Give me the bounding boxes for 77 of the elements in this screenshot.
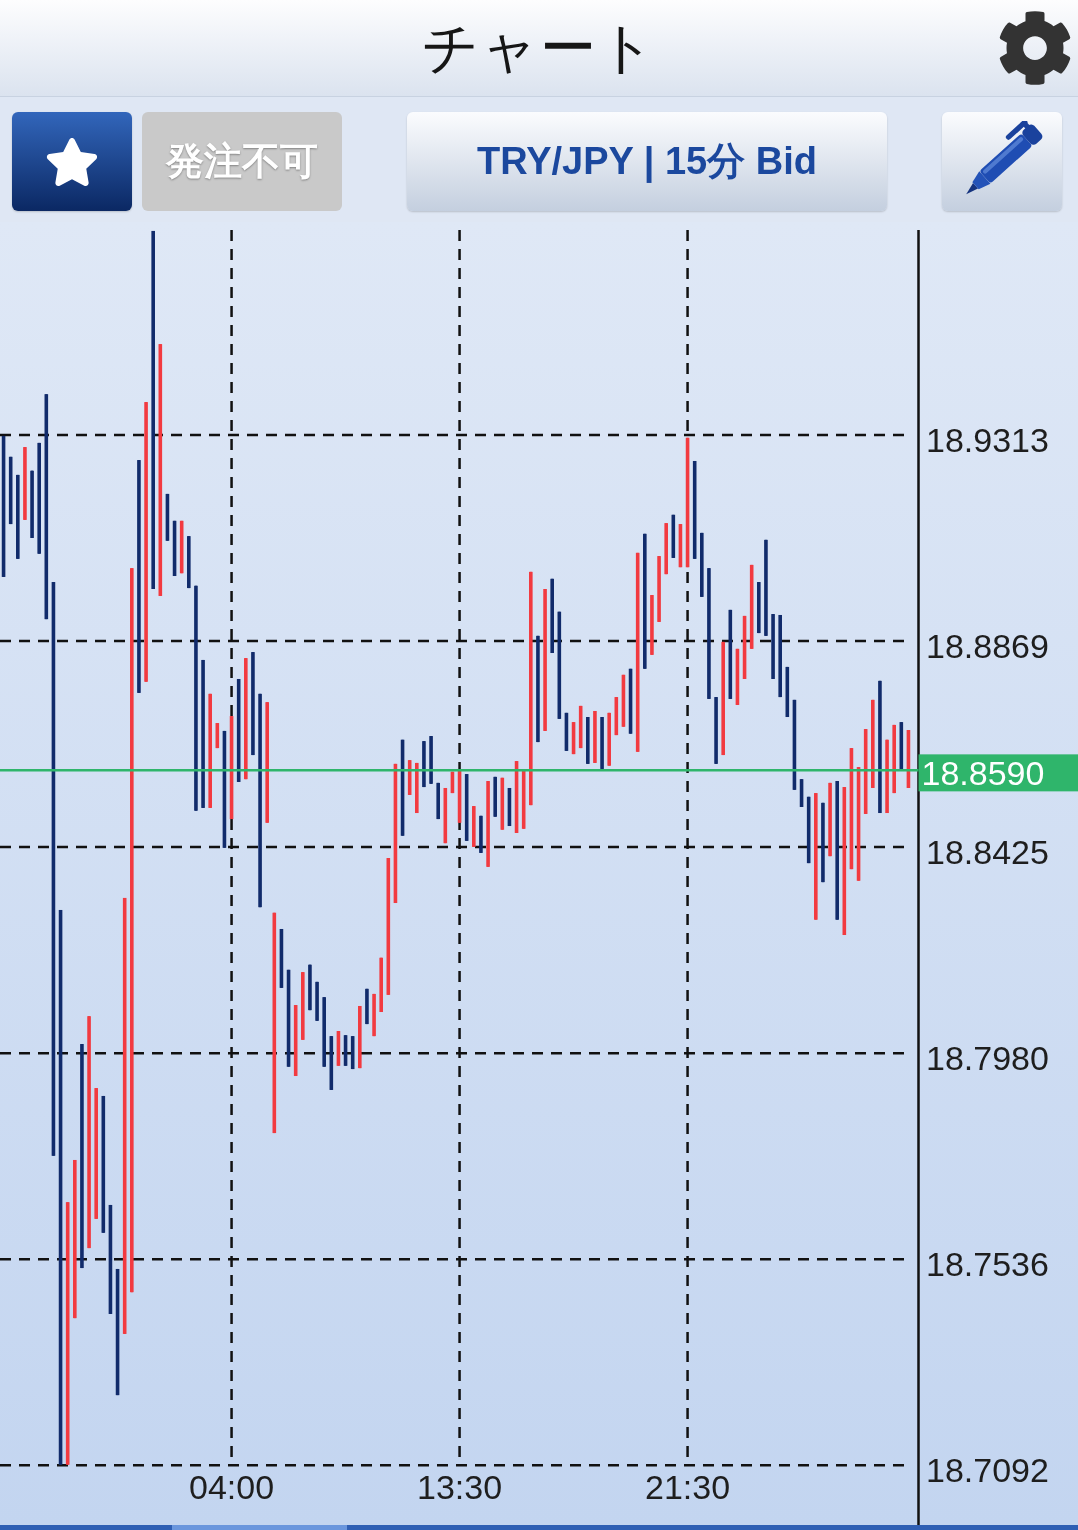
scrollbar-thumb[interactable]: [172, 1525, 347, 1530]
price-candle: [578, 704, 583, 750]
price-candle: [650, 594, 654, 656]
price-candle: [586, 716, 590, 765]
price-candle: [365, 987, 369, 1026]
drawing-tool-button[interactable]: [942, 112, 1062, 211]
price-candle: [358, 1005, 362, 1070]
price-candle: [628, 667, 633, 735]
price-candle: [308, 963, 312, 1012]
price-candle: [785, 665, 790, 718]
axis-label: 21:30: [645, 1468, 731, 1506]
price-candle: [799, 778, 804, 808]
price-candle: [493, 775, 497, 818]
price-candle: [564, 711, 569, 752]
axis-label: 18.7980: [926, 1039, 1049, 1078]
price-candle: [379, 956, 383, 1013]
price-candle: [443, 787, 448, 845]
price-candle: [343, 1034, 348, 1067]
axis-label: 18.8869: [926, 626, 1049, 665]
price-candle: [315, 980, 319, 1022]
price-candle: [479, 814, 483, 854]
price-candle: [464, 773, 469, 842]
price-candle: [771, 613, 775, 680]
price-candle: [30, 469, 34, 539]
screen-title: チャート: [421, 17, 657, 79]
price-candle: [450, 770, 455, 795]
axis-label: 18.7092: [926, 1451, 1049, 1490]
symbol-button[interactable]: TRY/JPY | 15分 Bid: [407, 112, 887, 211]
price-candle: [742, 614, 747, 680]
price-candle: [500, 776, 505, 831]
price-candle: [735, 647, 740, 706]
favorite-button[interactable]: [12, 112, 132, 211]
price-candle: [899, 721, 904, 771]
price-candle: [906, 729, 911, 789]
price-candle: [571, 721, 576, 756]
price-candle: [621, 673, 626, 728]
price-candle: [671, 513, 676, 559]
price-candle: [279, 928, 284, 989]
price-candle: [350, 1035, 355, 1071]
axis-label: 13:30: [417, 1468, 503, 1506]
price-candle: [678, 523, 683, 569]
price-candle: [429, 735, 433, 785]
price-candle: [179, 519, 184, 575]
settings-icon: [997, 10, 1073, 86]
price-candle: [322, 996, 326, 1068]
price-candle: [600, 716, 604, 770]
price-candle: [614, 696, 619, 737]
price-candle: [415, 761, 419, 815]
price-candle: [336, 1030, 341, 1067]
price-candle: [700, 531, 704, 598]
price-candle: [8, 455, 13, 526]
axis-label: 18.8425: [926, 832, 1049, 871]
price-candle: [407, 759, 412, 796]
price-candle: [472, 805, 476, 848]
price-candle: [372, 992, 376, 1038]
price-candle: [593, 710, 597, 764]
price-candle: [329, 1035, 334, 1091]
price-candle: [607, 711, 611, 767]
price-candle: [657, 555, 661, 623]
ref-line-label: 18.8590: [921, 754, 1045, 793]
axis-label: 18.7536: [926, 1245, 1049, 1284]
price-candle: [892, 723, 896, 795]
axis-label: 04:00: [189, 1468, 275, 1506]
price-candle: [806, 795, 811, 865]
price-candle: [507, 787, 512, 827]
price-candle: [187, 535, 191, 590]
price-candle: [165, 492, 170, 542]
price-candle: [422, 740, 426, 789]
price-candle: [714, 696, 718, 765]
price-candle: [664, 522, 668, 576]
price-candle: [172, 519, 177, 577]
price-candle: [757, 581, 761, 635]
price-candle: [436, 781, 440, 821]
current-price-tag: 18.8590: [918, 754, 1078, 793]
axis-label: 18.9313: [926, 421, 1049, 459]
price-candle: [301, 971, 305, 1041]
price-candle: [215, 722, 220, 750]
